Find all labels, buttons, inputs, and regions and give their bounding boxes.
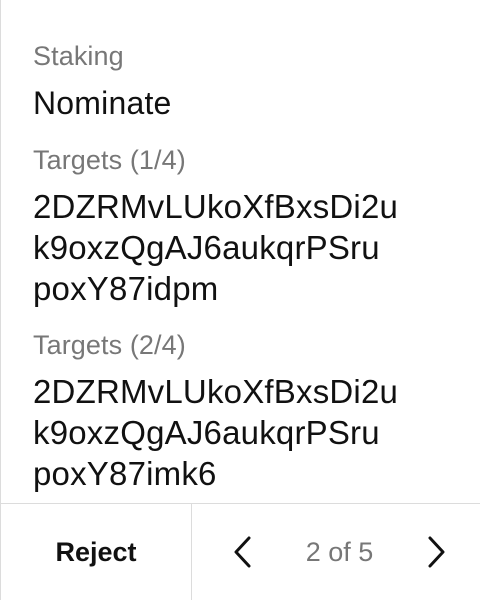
chevron-left-icon[interactable]	[228, 532, 258, 572]
action-footer: Reject 2 of 5	[1, 503, 480, 600]
target-2-address: 2DZRMvLUkoXfBxsDi2u k9oxzQgAJ6aukqrPSru …	[33, 371, 469, 494]
target-2-address-line-2: k9oxzQgAJ6aukqrPSru	[33, 414, 380, 451]
chevron-left-glyph	[234, 536, 251, 568]
operation-section: Staking Nominate	[33, 40, 469, 124]
target-2-label: Targets (2/4)	[33, 330, 186, 360]
target-1-address: 2DZRMvLUkoXfBxsDi2u k9oxzQgAJ6aukqrPSru …	[33, 186, 469, 309]
target-2-address-line-3: poxY87imk6	[33, 455, 217, 492]
reject-button[interactable]: Reject	[41, 529, 150, 576]
operation-title: Nominate	[33, 85, 172, 121]
target-1-address-line-3: poxY87idpm	[33, 270, 219, 307]
reject-area: Reject	[1, 504, 192, 600]
target-1-label: Targets (1/4)	[33, 145, 186, 175]
chevron-right-icon[interactable]	[421, 532, 451, 572]
review-screen: Staking Nominate Targets (1/4) 2DZRMvLUk…	[0, 0, 480, 600]
chevron-right-glyph	[428, 536, 445, 568]
target-1-section: Targets (1/4) 2DZRMvLUkoXfBxsDi2u k9oxzQ…	[33, 144, 469, 309]
target-2-address-line-1: 2DZRMvLUkoXfBxsDi2u	[33, 373, 399, 410]
target-1-address-line-2: k9oxzQgAJ6aukqrPSru	[33, 229, 380, 266]
target-1-address-line-1: 2DZRMvLUkoXfBxsDi2u	[33, 188, 399, 225]
pager-controls: 2 of 5	[192, 504, 480, 600]
page-indicator: 2 of 5	[305, 536, 374, 567]
review-content: Staking Nominate Targets (1/4) 2DZRMvLUk…	[1, 0, 480, 503]
target-2-section: Targets (2/4) 2DZRMvLUkoXfBxsDi2u k9oxzQ…	[33, 329, 469, 494]
operation-label: Staking	[33, 41, 124, 71]
